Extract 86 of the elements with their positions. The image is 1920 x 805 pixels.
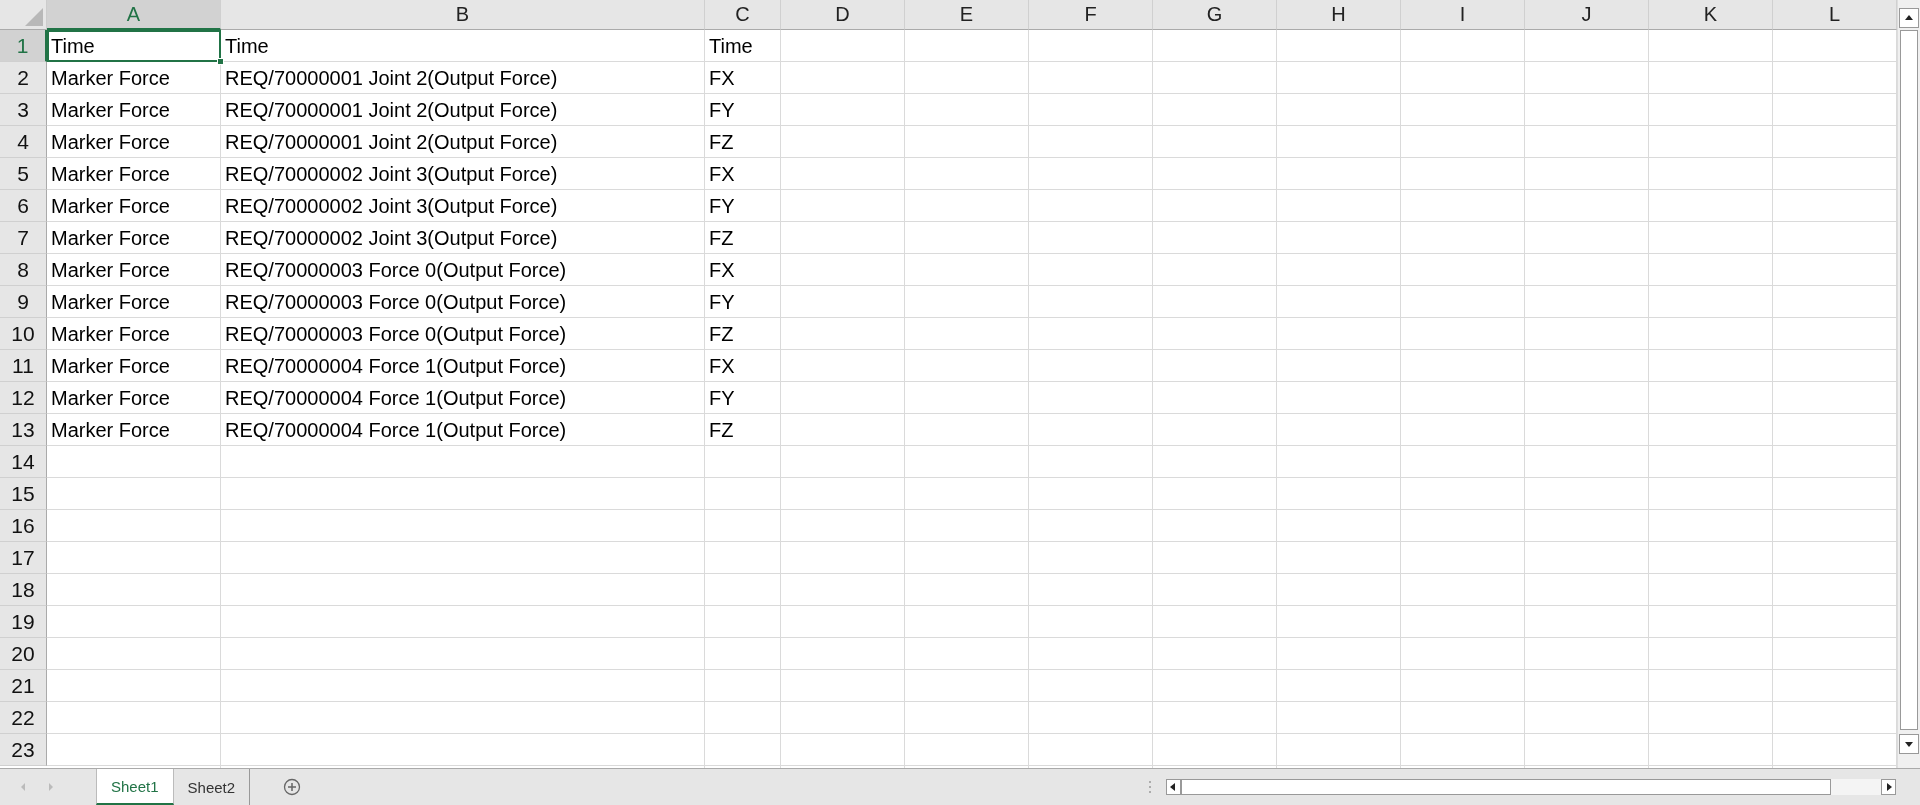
table-cell-text: Marker Force — [50, 65, 171, 91]
column-header[interactable]: D — [781, 0, 905, 30]
sheet-tab[interactable]: Sheet2 — [173, 769, 250, 805]
table-cell-text: Marker Force — [50, 321, 171, 347]
table-cell: Time — [47, 30, 221, 62]
table-cell-text: Marker Force — [50, 97, 171, 123]
table-cell-text: Time — [224, 33, 270, 59]
column-header[interactable]: A — [47, 0, 221, 30]
table-cell-text: REQ/70000004 Force 1(Output Force) — [224, 417, 568, 443]
row-header[interactable]: 15 — [0, 478, 47, 510]
scroll-down-icon[interactable] — [1899, 734, 1919, 754]
column-header[interactable]: B — [221, 0, 705, 30]
table-cell-text: REQ/70000001 Joint 2(Output Force) — [224, 129, 559, 155]
row-header[interactable]: 7 — [0, 222, 47, 254]
table-cell-text: Time — [708, 33, 754, 59]
scrollbar-thumb[interactable] — [1900, 30, 1918, 730]
table-cell-text: FX — [708, 161, 736, 187]
row-header[interactable]: 13 — [0, 414, 47, 446]
table-cell-text: FY — [708, 385, 736, 411]
table-cell-text: Marker Force — [50, 161, 171, 187]
column-header[interactable]: G — [1153, 0, 1277, 30]
table-cell-text: REQ/70000002 Joint 3(Output Force) — [224, 225, 559, 251]
row-header[interactable]: 2 — [0, 62, 47, 94]
table-cell-text: FX — [708, 353, 736, 379]
row-header[interactable]: 10 — [0, 318, 47, 350]
select-all-icon[interactable] — [25, 8, 43, 26]
row-header[interactable]: 21 — [0, 670, 47, 702]
table-cell-text: REQ/70000004 Force 1(Output Force) — [224, 353, 568, 379]
table-cell-text: Marker Force — [50, 417, 171, 443]
row-header[interactable]: 4 — [0, 126, 47, 158]
table-cell-text: Marker Force — [50, 193, 171, 219]
scroll-left-icon[interactable] — [1166, 779, 1181, 795]
table-cell-text: REQ/70000002 Joint 3(Output Force) — [224, 193, 559, 219]
table-cell-text: FZ — [708, 417, 735, 443]
row-header[interactable]: 12 — [0, 382, 47, 414]
table-cell-text: REQ/70000001 Joint 2(Output Force) — [224, 65, 559, 91]
column-header[interactable]: I — [1401, 0, 1525, 30]
row-header[interactable]: 1 — [0, 30, 47, 62]
column-header[interactable]: K — [1649, 0, 1773, 30]
table-cell-text: FX — [708, 257, 736, 283]
splitter-icon[interactable] — [1148, 780, 1152, 794]
table-cell-text: FZ — [708, 321, 735, 347]
table-cell-text: FY — [708, 289, 736, 315]
row-header[interactable]: 5 — [0, 158, 47, 190]
table-cell-text: REQ/70000004 Force 1(Output Force) — [224, 385, 568, 411]
table-cell-text: REQ/70000003 Force 0(Output Force) — [224, 257, 568, 283]
scroll-right-icon[interactable] — [1881, 779, 1896, 795]
table-cell-text: REQ/70000003 Force 0(Output Force) — [224, 289, 568, 315]
column-header[interactable]: H — [1277, 0, 1401, 30]
column-header[interactable]: E — [905, 0, 1029, 30]
table-cell-text: FZ — [708, 129, 735, 155]
row-header[interactable]: 11 — [0, 350, 47, 382]
row-header[interactable]: 9 — [0, 286, 47, 318]
row-header[interactable]: 17 — [0, 542, 47, 574]
row-header[interactable]: 8 — [0, 254, 47, 286]
add-sheet-icon[interactable] — [283, 778, 302, 796]
column-header[interactable]: F — [1029, 0, 1153, 30]
row-header[interactable]: 3 — [0, 94, 47, 126]
sheet-tab[interactable]: Sheet1 — [96, 769, 174, 805]
row-header[interactable]: 18 — [0, 574, 47, 606]
table-cell-text: Marker Force — [50, 129, 171, 155]
row-header[interactable]: 6 — [0, 190, 47, 222]
table-cell-text: Marker Force — [50, 257, 171, 283]
column-header[interactable]: J — [1525, 0, 1649, 30]
row-header[interactable]: 20 — [0, 638, 47, 670]
table-cell-text: FY — [708, 193, 736, 219]
scroll-up-icon[interactable] — [1899, 8, 1919, 28]
table-cell-text: REQ/70000003 Force 0(Output Force) — [224, 321, 568, 347]
table-cell-text: FX — [708, 65, 736, 91]
table-cell-text: Marker Force — [50, 289, 171, 315]
vertical-scrollbar[interactable] — [1897, 0, 1920, 768]
table-cell-text: FZ — [708, 225, 735, 251]
table-cell-text: FY — [708, 97, 736, 123]
row-header[interactable]: 23 — [0, 734, 47, 766]
row-header[interactable]: 22 — [0, 702, 47, 734]
table-cell-text: REQ/70000002 Joint 3(Output Force) — [224, 161, 559, 187]
row-header[interactable]: 19 — [0, 606, 47, 638]
table-cell-text: REQ/70000001 Joint 2(Output Force) — [224, 97, 559, 123]
column-header[interactable]: L — [1773, 0, 1897, 30]
table-cell-text: Marker Force — [50, 385, 171, 411]
row-header[interactable]: 16 — [0, 510, 47, 542]
column-header[interactable]: C — [705, 0, 781, 30]
next-sheet-icon[interactable] — [46, 781, 56, 793]
table-cell-text: Marker Force — [50, 225, 171, 251]
table-cell-text: Marker Force — [50, 353, 171, 379]
row-header[interactable]: 14 — [0, 446, 47, 478]
